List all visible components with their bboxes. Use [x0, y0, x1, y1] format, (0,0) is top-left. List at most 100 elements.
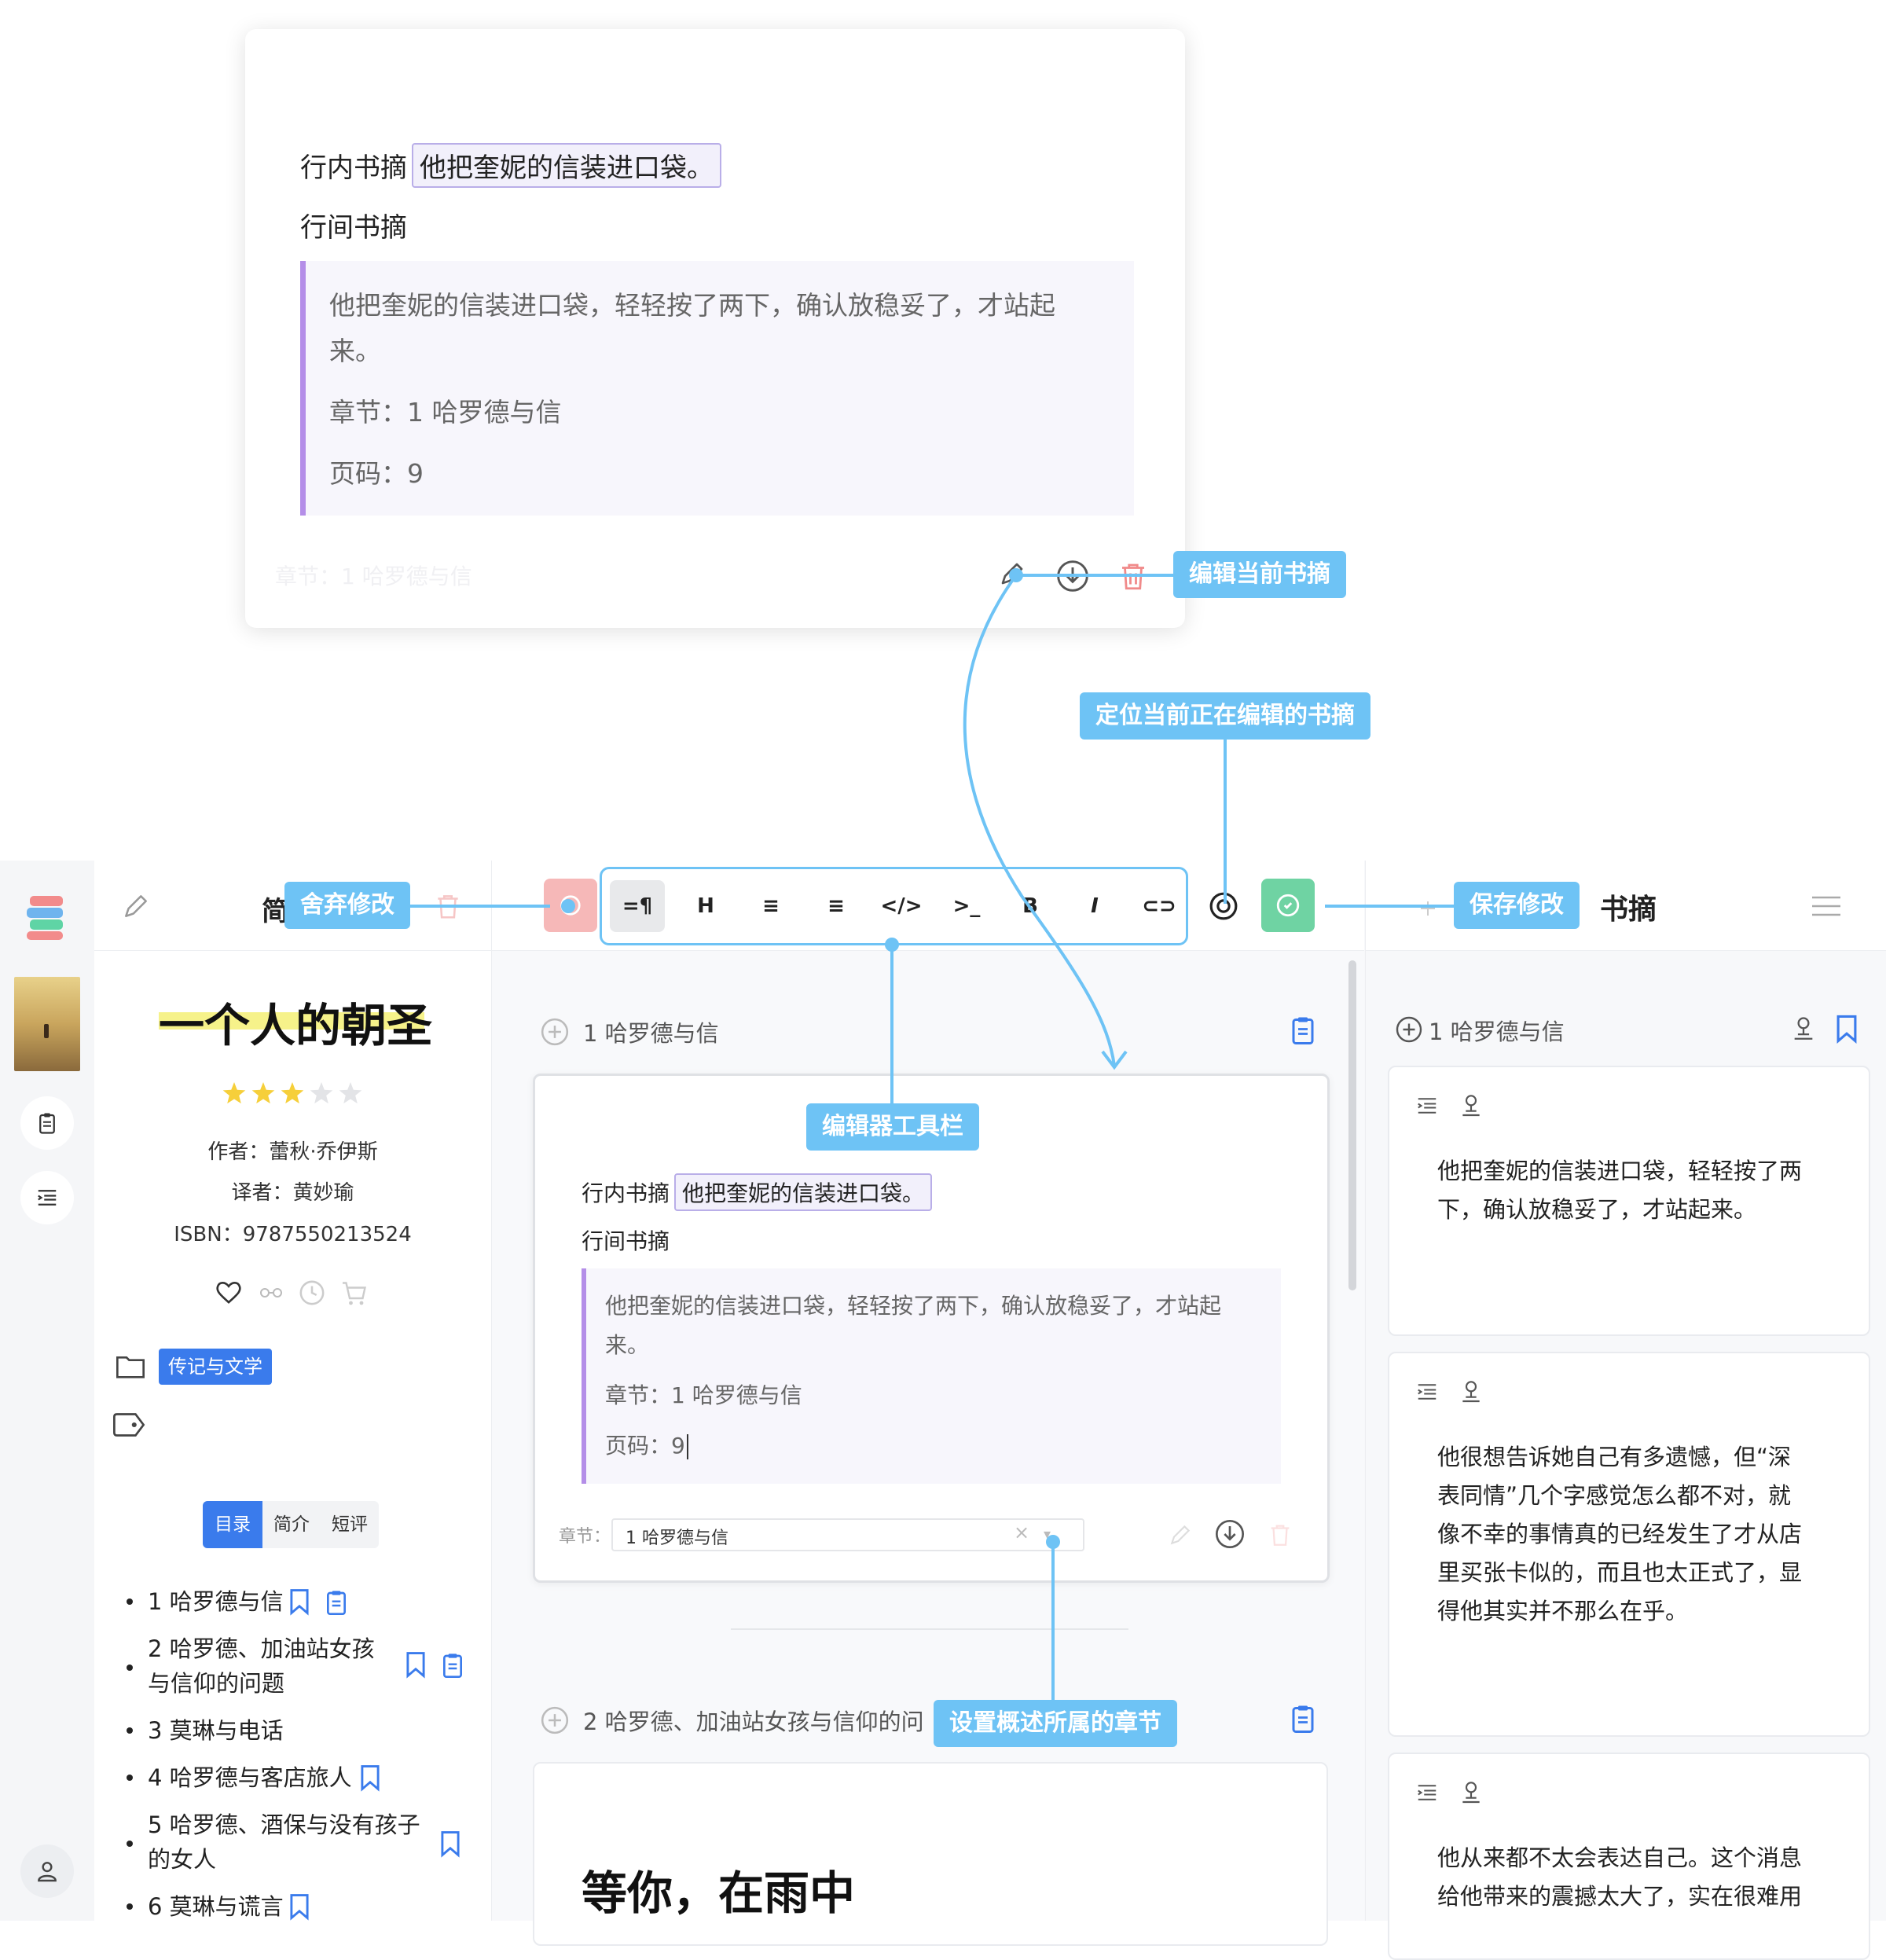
star-rating[interactable] [222, 1080, 371, 1108]
menu-icon[interactable] [1811, 895, 1842, 917]
toc-bullet [127, 1841, 133, 1847]
cart-icon[interactable] [339, 1279, 369, 1308]
star-icon [251, 1082, 275, 1104]
bold-button[interactable]: B [1003, 880, 1058, 932]
outline-icon[interactable] [1414, 1781, 1440, 1804]
locate-icon[interactable] [1459, 1377, 1484, 1407]
locate-editing-icon[interactable] [1209, 891, 1238, 921]
tab-reviews[interactable]: 短评 [321, 1501, 379, 1548]
locate-download-icon[interactable] [1055, 559, 1090, 593]
editor-inline-line: 行内书摘 他把奎妮的信装进口袋。 [582, 1173, 933, 1211]
star-icon [339, 1082, 362, 1104]
add-chapter-note-icon[interactable] [540, 1017, 570, 1047]
outline-icon[interactable] [1414, 1380, 1440, 1404]
toc-item[interactable]: 4 哈罗德与客店旅人 [148, 1760, 352, 1795]
editor-inline-quote: 他把奎妮的信装进口袋。 [674, 1173, 933, 1211]
locate-note-icon[interactable] [1214, 1518, 1246, 1550]
callout-set-chapter: 设置概述所属的章节 [934, 1700, 1177, 1747]
chapter-select[interactable]: 1 哈罗德与信 × ▾ [611, 1518, 1084, 1551]
pencil-icon[interactable] [998, 560, 1026, 588]
paragraph-button[interactable]: =¶ [610, 880, 665, 932]
preview-block-quote: 他把奎妮的信装进口袋，轻轻按了两下，确认放稳妥了，才站起 来。 章节：1 哈罗德… [300, 261, 1134, 516]
outline-icon[interactable] [1414, 1094, 1440, 1118]
notes-add-chapter-icon[interactable] [1395, 1015, 1423, 1044]
clear-chapter-icon[interactable]: × [1014, 1521, 1029, 1543]
editor-chapter2-heading: 2 哈罗德、加油站女孩与信仰的问 [583, 1709, 924, 1735]
toc-bullet [127, 1775, 133, 1781]
add-chapter2-note-icon[interactable] [540, 1705, 570, 1735]
category-tag[interactable]: 传记与文学 [159, 1349, 272, 1385]
toc-bullet [127, 1903, 133, 1910]
tag-icon[interactable] [112, 1412, 146, 1437]
locate-icon[interactable] [1459, 1778, 1484, 1808]
discard-button[interactable] [544, 879, 597, 932]
add-note-icon[interactable] [1419, 900, 1437, 917]
preview-block-label: 行间书摘 [300, 212, 407, 244]
editor-quote-line1: 他把奎妮的信装进口袋，轻轻按了两下，确认放稳妥了，才站起 [605, 1293, 1222, 1319]
toc-item-label: 1 哈罗德与信 [148, 1588, 284, 1615]
bookmark-icon[interactable] [289, 1587, 310, 1616]
chapter-field-label: 章节： [559, 1527, 611, 1547]
link-button[interactable]: ⊂⊃ [1132, 880, 1187, 932]
books-logo-icon[interactable] [27, 894, 66, 941]
toc-item[interactable]: 3 莫琳与电话 [148, 1713, 284, 1748]
link-icon[interactable] [258, 1284, 284, 1301]
code-block-button[interactable]: >_ [939, 880, 994, 932]
edit-note-disabled-icon[interactable] [1168, 1522, 1193, 1547]
chevron-down-icon[interactable]: ▾ [1044, 1526, 1051, 1543]
clock-icon[interactable] [299, 1279, 325, 1306]
book-tabs: 目录 简介 短评 [203, 1501, 379, 1548]
editor-chapter1-heading: 1 哈罗德与信 [583, 1020, 719, 1047]
toc-item-label: 3 莫琳与电话 [148, 1717, 284, 1744]
edit-book-icon[interactable] [121, 891, 151, 921]
save-button[interactable] [1261, 879, 1315, 932]
user-avatar-icon[interactable] [20, 1844, 74, 1898]
trash-icon[interactable] [1117, 559, 1150, 593]
toc-item[interactable]: 1 哈罗德与信 [148, 1584, 284, 1619]
heading-button[interactable]: H [678, 880, 733, 932]
callout-edit-current: 编辑当前书摘 [1173, 551, 1346, 598]
bookmark-icon[interactable] [405, 1650, 426, 1679]
italic-button[interactable]: I [1067, 880, 1122, 932]
bookmark-icon[interactable] [440, 1830, 460, 1858]
note-text-line: 像不幸的事情真的已经发生了才从店 [1437, 1521, 1803, 1547]
notes-title: 书摘 [1600, 894, 1657, 926]
toc-item-label: 4 哈罗德与客店旅人 [148, 1764, 352, 1791]
bookmark-icon[interactable] [289, 1892, 310, 1921]
star-icon [222, 1082, 246, 1104]
toc-item-label-cont: 与信仰的问题 [148, 1670, 285, 1697]
locate-icon[interactable] [1459, 1091, 1484, 1121]
editor-chapter: 章节：1 哈罗德与信 [605, 1382, 802, 1408]
delete-note-disabled-icon[interactable] [1267, 1520, 1293, 1550]
editor-block-label: 行间书摘 [582, 1228, 670, 1254]
preview-inline-quote: 他把奎妮的信装进口袋。 [412, 143, 721, 188]
toc-item-label: 6 莫琳与谎言 [148, 1893, 284, 1920]
toc-item[interactable]: 2 哈罗德、加油站女孩 与信仰的问题 [148, 1631, 375, 1701]
notes-chapter-heading: 1 哈罗德与信 [1429, 1019, 1565, 1045]
notes-locate-icon[interactable] [1790, 1014, 1817, 1044]
tab-toc[interactable]: 目录 [203, 1501, 262, 1548]
callout-toolbar: 编辑器工具栏 [806, 1103, 979, 1151]
book-cover-thumbnail[interactable] [14, 977, 80, 1071]
delete-book-icon[interactable] [433, 890, 463, 923]
next-note-heading: 等你，在雨中 [582, 1866, 856, 1920]
clipboard-icon[interactable] [440, 1650, 465, 1680]
bookmark-icon[interactable] [1836, 1014, 1858, 1044]
toc-item[interactable]: 5 哈罗德、酒保与没有孩子 的女人 [148, 1808, 420, 1877]
clipboard-icon[interactable] [324, 1587, 349, 1617]
note-text-line: 他很想告诉她自己有多遗憾，但“深 [1437, 1444, 1792, 1470]
bullet-list-button[interactable]: ≡ [743, 880, 798, 932]
editor-inline-label: 行内书摘 [582, 1180, 670, 1206]
preview-quote-line2: 来。 [329, 336, 381, 366]
note-text-line: 里买张卡似的，而且也太正式了，显 [1437, 1559, 1803, 1586]
chapter1-clipboard-icon[interactable] [1289, 1014, 1317, 1047]
bookmark-icon[interactable] [360, 1764, 380, 1792]
ordered-list-button[interactable]: ≡ [809, 880, 864, 932]
heart-icon[interactable] [215, 1279, 243, 1305]
toc-item[interactable]: 6 莫琳与谎言 [148, 1889, 284, 1924]
code-button[interactable]: </> [874, 880, 929, 932]
chapter2-clipboard-icon[interactable] [1289, 1702, 1317, 1735]
tab-intro[interactable]: 简介 [262, 1501, 321, 1548]
editor-scrollbar[interactable] [1348, 960, 1356, 1290]
note-text-line: 给他带来的震撼太大了，实在很难用 [1437, 1883, 1803, 1910]
